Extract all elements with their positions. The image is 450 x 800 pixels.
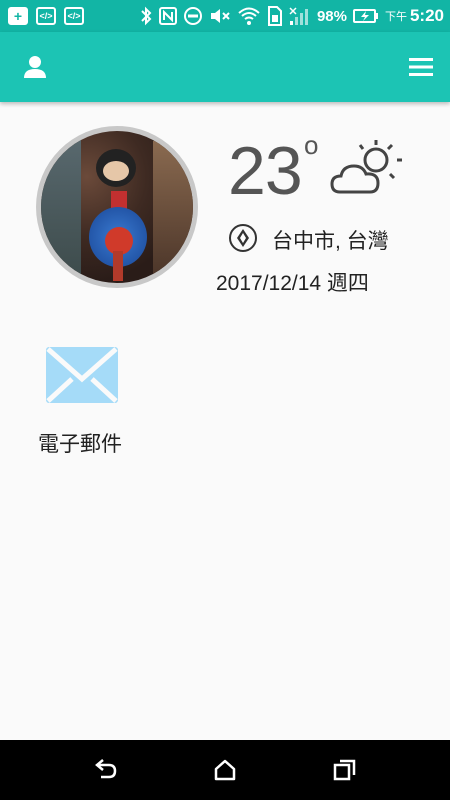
time-prefix: 下午 [384, 11, 407, 23]
wifi-icon [238, 7, 260, 25]
nfc-icon [158, 7, 177, 25]
battery-charging-icon [352, 9, 378, 23]
add-box-icon: + [8, 7, 28, 25]
home-icon[interactable] [212, 757, 238, 783]
user-icon[interactable] [20, 52, 50, 82]
back-icon[interactable] [93, 757, 119, 783]
signal-icon [289, 7, 308, 25]
status-bar: + </> </> 98% 下午 5:20 [0, 0, 450, 32]
battery-percent: 98% [316, 7, 347, 25]
code-icon: </> [64, 7, 84, 25]
degree-symbol: o [304, 130, 319, 160]
system-nav-bar [0, 740, 450, 800]
clock: 5:20 [409, 6, 444, 25]
recents-icon[interactable] [332, 757, 358, 783]
date-text: 2017/12/14 週四 [216, 272, 369, 295]
profile-avatar[interactable] [36, 126, 198, 288]
email-icon[interactable] [46, 347, 118, 403]
avatar-photo [41, 131, 193, 283]
email-app-label[interactable]: 電子郵件 [38, 428, 122, 458]
bluetooth-icon [141, 6, 152, 26]
do-not-disturb-icon [183, 7, 202, 25]
app-toolbar [0, 32, 450, 102]
temperature: 23 [228, 133, 303, 209]
partly-cloudy-icon [330, 140, 402, 194]
volume-mute-icon [210, 9, 230, 23]
code-icon: </> [36, 7, 56, 25]
compass-icon [229, 224, 257, 252]
sim-icon [267, 6, 282, 26]
menu-icon[interactable] [408, 54, 434, 80]
location-text: 台中市, 台灣 [272, 230, 389, 253]
